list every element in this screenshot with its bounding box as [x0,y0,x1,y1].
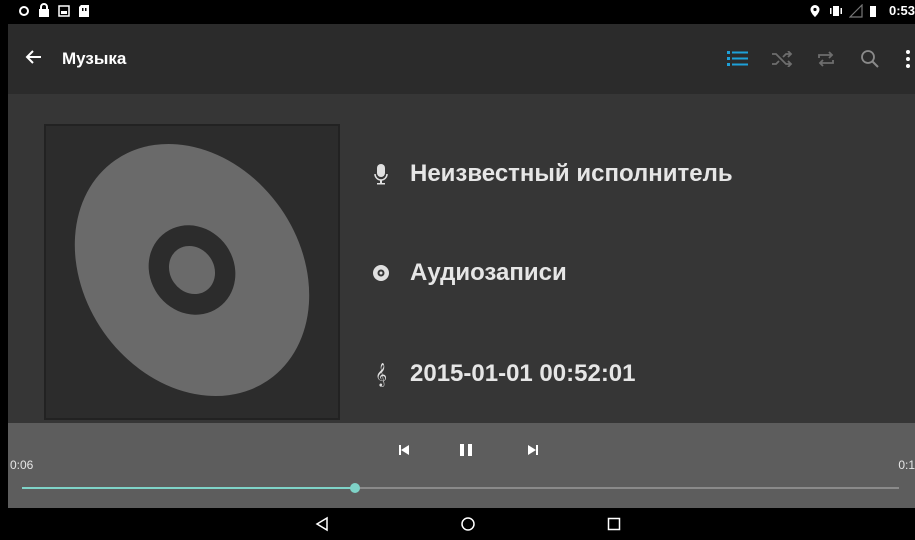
previous-button[interactable] [391,437,417,463]
square-recents-icon [607,517,621,531]
repeat-button[interactable] [813,46,839,72]
triangle-back-icon [315,516,328,532]
battery-icon [869,4,881,18]
shuffle-button[interactable] [769,46,795,72]
toolbar-actions [725,46,915,72]
navigation-bar [8,508,915,540]
lock-icon [38,3,50,17]
elapsed-time: 0:06 [10,458,34,472]
search-button[interactable] [857,46,883,72]
page-title: Музыка [62,49,127,68]
album-row: Аудиозаписи [372,253,567,293]
disc-icon [372,261,390,285]
toolbar: Музыка [8,24,915,94]
skip-next-icon [528,445,538,455]
location-icon [809,4,821,18]
back-button[interactable] [22,47,46,71]
seek-thumb[interactable] [350,483,361,493]
search-icon [861,50,879,68]
player-controls: 0:06 0:1 [8,423,915,508]
image-icon [58,3,70,17]
arrow-left-icon [25,50,41,64]
seek-progress [22,487,356,489]
nav-recents-button[interactable] [604,515,624,533]
disc-placeholder-icon [74,143,310,397]
status-time: 0:53 [888,3,915,18]
track-title: 2015-01-01 00:52:01 [410,360,636,387]
pause-button[interactable] [453,437,479,463]
shuffle-icon [772,51,793,67]
circle-home-icon [461,517,475,531]
artist-row: Неизвестный исполнитель [372,154,733,194]
skip-previous-icon [399,445,409,455]
vibrate-icon [829,4,842,18]
album-name: Аудиозаписи [410,259,567,286]
total-time: 0:1 [898,458,915,472]
status-right-icons: 0:53 [809,3,915,18]
overflow-menu-button[interactable] [901,46,915,72]
nav-back-button[interactable] [312,515,332,533]
title-row: 𝄞 2015-01-01 00:52:01 [372,354,636,394]
more-vert-icon [906,50,910,68]
queue-button[interactable] [725,46,751,72]
album-art [44,124,340,420]
sd-card-icon [78,3,90,17]
music-player-screen: 0:53 Музыка Неизвестный исполнитель Ауди… [8,0,915,540]
treble-clef-icon: 𝄞 [375,362,387,386]
status-bar: 0:53 [8,0,915,24]
nav-home-button[interactable] [458,515,478,533]
pause-icon [460,444,472,456]
notification-dot-icon [18,3,30,17]
next-button[interactable] [520,437,546,463]
microphone-icon [372,162,390,186]
queue-list-icon [727,51,748,66]
signal-icon [848,3,863,18]
artist-name: Неизвестный исполнитель [410,160,733,187]
status-left-icons [18,3,90,17]
repeat-icon [818,51,834,67]
seek-bar[interactable] [22,483,899,493]
